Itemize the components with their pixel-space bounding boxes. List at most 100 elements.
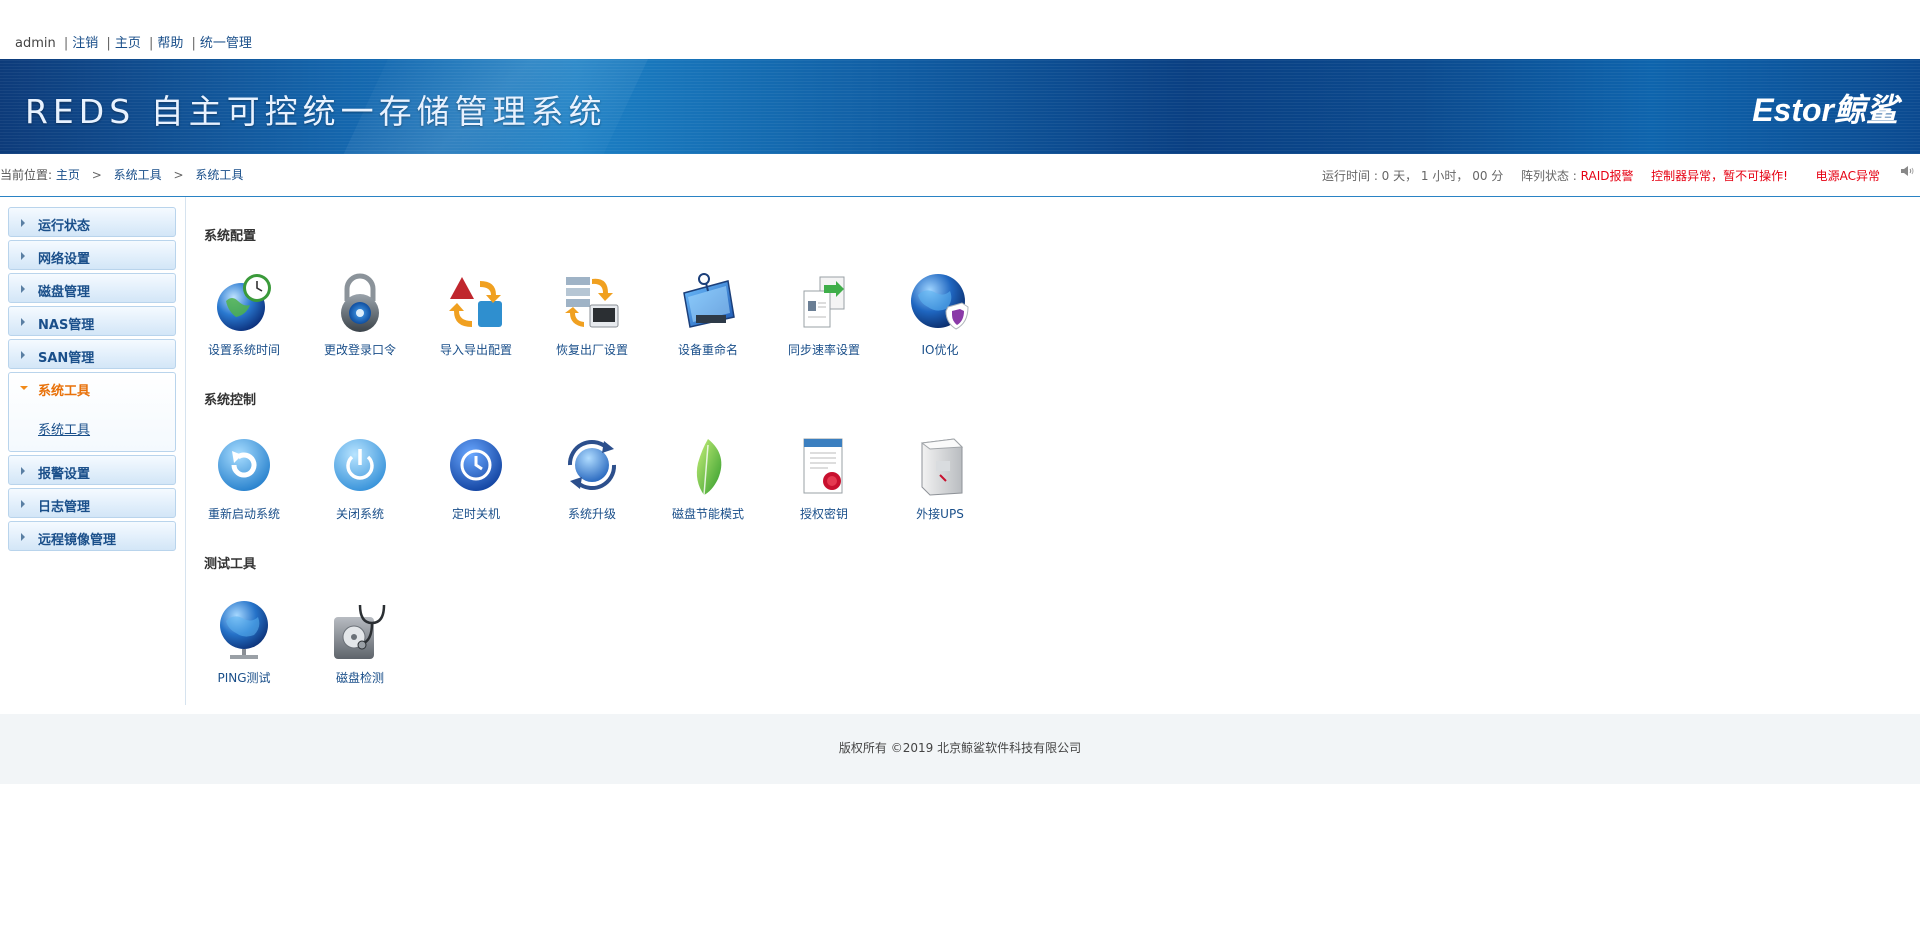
tool-shutdown-system[interactable]: 关闭系统 xyxy=(304,435,416,531)
help-link[interactable]: 帮助 xyxy=(157,36,183,51)
tool-label: 恢复出厂设置 xyxy=(555,343,628,357)
raid-alarm-status: RAID报警 xyxy=(1580,169,1634,183)
tool-label: 关闭系统 xyxy=(335,507,384,521)
breadcrumb-arrow: > xyxy=(173,168,184,182)
breadcrumb-home[interactable]: 主页 xyxy=(56,168,80,182)
sidebar-item-network[interactable]: 网络设置 xyxy=(8,240,176,270)
tool-io-optimize[interactable]: IO优化 xyxy=(884,271,996,367)
tool-label: 磁盘节能模式 xyxy=(671,507,744,521)
logout-link[interactable]: 注销 xyxy=(72,36,98,51)
chevron-right-icon xyxy=(21,467,25,475)
import-export-icon xyxy=(449,277,502,327)
tool-label: 更改登录口令 xyxy=(323,343,396,357)
sidebar-item-label: 远程镜像管理 xyxy=(38,533,117,548)
sidebar-menu: 运行状态 网络设置 磁盘管理 NAS管理 SAN管理 系统工具 系统工具 报警设… xyxy=(0,197,186,705)
tool-restore-factory[interactable]: 恢复出厂设置 xyxy=(536,271,648,367)
sidebar-item-logs[interactable]: 日志管理 xyxy=(8,488,176,518)
footer: 版权所有 ©2019 北京鲸鲨软件科技有限公司 xyxy=(0,714,1920,784)
copyright-text: 版权所有 ©2019 北京鲸鲨软件科技有限公司 xyxy=(838,741,1082,755)
nav-separator: | xyxy=(191,36,196,51)
main-content: 系统配置 设置系统时间 更改登录口令 导入导出配置 恢复出厂设置 设备重命名 同… xyxy=(186,197,1920,705)
brand-logo: Estor鲸鲨 xyxy=(1752,92,1898,128)
globe-clock-icon xyxy=(217,274,271,331)
tool-scheduled-shutdown[interactable]: 定时关机 xyxy=(420,435,532,531)
tool-disk-power-saving[interactable]: 磁盘节能模式 xyxy=(652,435,764,531)
breadcrumb-prefix: 当前位置: xyxy=(0,168,53,182)
sidebar-item-label: 系统工具 xyxy=(38,384,91,399)
timer-icon xyxy=(450,439,502,491)
system-title: REDS 自主可控统一存储管理系统 xyxy=(25,92,607,131)
tool-set-system-time[interactable]: 设置系统时间 xyxy=(188,271,300,367)
breadcrumb-current[interactable]: 系统工具 xyxy=(195,168,243,182)
network-globe-icon xyxy=(220,601,268,659)
restore-factory-icon xyxy=(565,277,619,328)
power-icon xyxy=(334,439,386,491)
chevron-right-icon xyxy=(21,351,25,359)
sidebar-item-label: 日志管理 xyxy=(38,500,91,515)
tool-ping-test[interactable]: PING测试 xyxy=(188,599,300,695)
tool-import-export-config[interactable]: 导入导出配置 xyxy=(420,271,532,367)
chevron-down-icon xyxy=(20,386,28,390)
tool-sync-rate[interactable]: 同步速率设置 xyxy=(768,271,880,367)
chevron-right-icon xyxy=(21,285,25,293)
sidebar-item-label: 磁盘管理 xyxy=(38,285,91,300)
ups-icon xyxy=(920,438,964,496)
breadcrumb-bar: 当前位置: 主页 > 系统工具 > 系统工具 运行时间 : 0 天， 1 小时，… xyxy=(0,154,1920,197)
sidebar-item-remote-mirror[interactable]: 远程镜像管理 xyxy=(8,521,176,551)
chevron-right-icon xyxy=(21,533,25,541)
leaf-icon xyxy=(696,439,722,496)
chevron-right-icon xyxy=(21,252,25,260)
tool-restart-system[interactable]: 重新启动系统 xyxy=(188,435,300,531)
upgrade-globe-icon xyxy=(567,439,617,491)
sidebar-item-label: 报警设置 xyxy=(38,467,91,482)
tool-label: 磁盘检测 xyxy=(335,671,384,685)
section-title: 系统配置 xyxy=(204,229,257,244)
runtime-text: 运行时间 : 0 天， 1 小时， 00 分 xyxy=(1322,169,1504,183)
sidebar-item-label: 网络设置 xyxy=(38,252,91,267)
sidebar-item-system-tools: 系统工具 系统工具 xyxy=(8,372,176,452)
breadcrumb-arrow: > xyxy=(91,168,102,182)
sidebar-item-run-status[interactable]: 运行状态 xyxy=(8,207,176,237)
tool-label: 授权密钥 xyxy=(799,507,848,521)
sidebar-item-label: SAN管理 xyxy=(38,351,95,366)
speaker-icon[interactable] xyxy=(1900,164,1914,178)
tool-label: 外接UPS xyxy=(916,507,964,521)
unified-management-link[interactable]: 统一管理 xyxy=(200,36,252,51)
disk-stethoscope-icon xyxy=(334,604,386,659)
device-rename-icon xyxy=(683,273,735,328)
tool-device-rename[interactable]: 设备重命名 xyxy=(652,271,764,367)
chevron-right-icon xyxy=(21,500,25,508)
sidebar-item-label: 运行状态 xyxy=(38,219,91,234)
tool-label: PING测试 xyxy=(217,671,271,685)
header-banner: REDS 自主可控统一存储管理系统 Estor鲸鲨 xyxy=(0,59,1920,154)
home-link[interactable]: 主页 xyxy=(115,36,141,51)
nav-separator: | xyxy=(148,36,154,51)
array-status-label: 阵列状态 : xyxy=(1520,169,1577,183)
sidebar-subitem-system-tools[interactable]: 系统工具 xyxy=(38,419,90,438)
tool-license-key[interactable]: 授权密钥 xyxy=(768,435,880,531)
certificate-icon xyxy=(803,438,843,494)
sidebar-item-alarm[interactable]: 报警设置 xyxy=(8,455,176,485)
tool-label: 同步速率设置 xyxy=(787,343,860,357)
system-status: 运行时间 : 0 天， 1 小时， 00 分 阵列状态 : RAID报警 控制器… xyxy=(1322,167,1880,184)
tool-label: IO优化 xyxy=(921,343,959,357)
sidebar-item-san[interactable]: SAN管理 xyxy=(8,339,176,369)
tool-label: 设备重命名 xyxy=(677,343,738,357)
sidebar-item-nas[interactable]: NAS管理 xyxy=(8,306,176,336)
sidebar-item-disk[interactable]: 磁盘管理 xyxy=(8,273,176,303)
restart-icon xyxy=(218,439,270,491)
sidebar-item-system-tools-header[interactable]: 系统工具 xyxy=(9,373,175,403)
padlock-icon xyxy=(341,273,379,332)
section-title: 测试工具 xyxy=(204,557,257,572)
tool-disk-check[interactable]: 磁盘检测 xyxy=(304,599,416,695)
tool-external-ups[interactable]: 外接UPS xyxy=(884,435,996,531)
controller-error-status: 控制器异常，暂不可操作! xyxy=(1651,169,1788,183)
tool-change-password[interactable]: 更改登录口令 xyxy=(304,271,416,367)
tool-system-upgrade[interactable]: 系统升级 xyxy=(536,435,648,531)
tool-label: 重新启动系统 xyxy=(207,507,280,521)
nav-separator: | xyxy=(106,36,111,51)
breadcrumb-system-tools[interactable]: 系统工具 xyxy=(114,168,162,182)
globe-shield-icon xyxy=(911,274,969,330)
tool-label: 系统升级 xyxy=(567,507,616,521)
nav-separator: | xyxy=(63,36,69,51)
